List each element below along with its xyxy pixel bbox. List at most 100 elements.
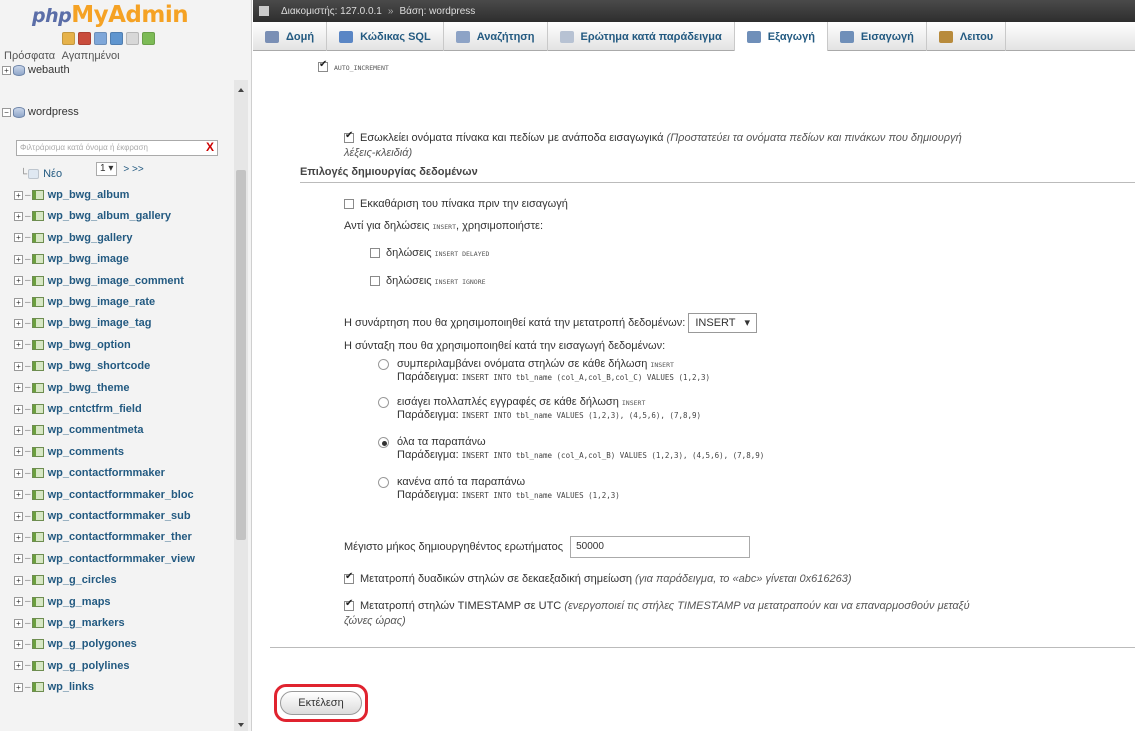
expand-icon[interactable]: + <box>14 490 23 500</box>
tab-sql[interactable]: Κώδικας SQL <box>327 22 444 51</box>
utc-option[interactable]: Μετατροπή στηλών TIMESTAMP σε UTC (ενεργ… <box>344 598 970 612</box>
expand-icon[interactable]: + <box>14 276 23 286</box>
tab-query[interactable]: Ερώτημα κατά παράδειγμα <box>548 22 735 51</box>
scroll-up-icon[interactable] <box>238 88 244 92</box>
table-item[interactable]: + ‒ wp_links <box>14 678 94 696</box>
table-item[interactable]: + ‒ wp_bwg_image_rate <box>14 293 155 311</box>
insert-delayed-option[interactable]: δηλώσεις INSERT DELAYED <box>370 247 489 259</box>
table-item[interactable]: + ‒ wp_bwg_gallery <box>14 229 133 247</box>
table-item[interactable]: + ‒ wp_g_polylines <box>14 657 129 675</box>
expand-icon[interactable]: + <box>14 297 23 307</box>
table-name[interactable]: wp_comments <box>48 446 124 458</box>
breadcrumb-database[interactable]: Βάση: wordpress <box>399 6 475 17</box>
table-item[interactable]: + ‒ wp_bwg_shortcode <box>14 357 150 375</box>
settings-icon[interactable] <box>126 32 139 45</box>
table-name[interactable]: wp_g_maps <box>48 596 111 608</box>
expand-icon[interactable]: + <box>2 65 11 75</box>
table-item[interactable]: + ‒ wp_contactformmaker_bloc <box>14 486 194 504</box>
backquotes-checkbox[interactable] <box>344 130 354 144</box>
hex-checkbox[interactable] <box>344 571 354 585</box>
table-item[interactable]: + ‒ wp_bwg_image_comment <box>14 272 184 290</box>
table-name[interactable]: wp_contactformmaker_view <box>48 553 195 565</box>
syntax-option[interactable]: όλα τα παραπάνω Παράδειγμα: INSERT INTO … <box>378 436 764 461</box>
new-label[interactable]: Νέο <box>43 168 62 180</box>
table-name[interactable]: wp_bwg_image_tag <box>48 317 152 329</box>
table-item[interactable]: + ‒ wp_bwg_image_tag <box>14 314 151 332</box>
expand-icon[interactable]: + <box>14 318 23 328</box>
expand-icon[interactable]: + <box>14 575 23 585</box>
table-name[interactable]: wp_bwg_album <box>48 189 130 201</box>
db-item-wordpress[interactable]: − wordpress <box>2 103 79 121</box>
expand-icon[interactable]: + <box>14 361 23 371</box>
table-item[interactable]: + ‒ wp_g_polygones <box>14 635 137 653</box>
syntax-option[interactable]: εισάγει πολλαπλές εγγραφές σε κάθε δήλωσ… <box>378 396 701 421</box>
auto-increment-option[interactable]: AUTO_INCREMENT <box>318 59 389 73</box>
collapse-icon[interactable]: − <box>2 107 11 117</box>
expand-icon[interactable]: + <box>14 554 23 564</box>
expand-icon[interactable]: + <box>14 618 23 628</box>
max-length-input[interactable]: 50000 <box>570 536 751 558</box>
table-name[interactable]: wp_contactformmaker_ther <box>48 531 192 543</box>
logout-icon[interactable] <box>78 32 91 45</box>
syntax-option[interactable]: συμπεριλαμβάνει ονόματα στηλών σε κάθε δ… <box>378 358 710 383</box>
table-name[interactable]: wp_bwg_gallery <box>48 232 133 244</box>
expand-icon[interactable]: + <box>14 425 23 435</box>
syntax-option[interactable]: κανένα από τα παραπάνω Παράδειγμα: INSER… <box>378 476 620 501</box>
page-select[interactable]: 1 ▾ <box>96 162 118 176</box>
db-item-webauth[interactable]: + webauth <box>2 61 70 79</box>
tab-export[interactable]: Εξαγωγή <box>734 22 828 51</box>
syntax-radio[interactable] <box>378 436 389 448</box>
docs-icon[interactable] <box>110 32 123 45</box>
table-name[interactable]: wp_links <box>48 681 94 693</box>
table-name[interactable]: wp_contactformmaker <box>48 467 165 479</box>
expand-icon[interactable]: + <box>14 340 23 350</box>
home-icon[interactable] <box>62 32 75 45</box>
expand-icon[interactable]: + <box>14 404 23 414</box>
table-item[interactable]: + ‒ wp_g_circles <box>14 571 117 589</box>
table-item[interactable]: + ‒ wp_bwg_option <box>14 336 131 354</box>
expand-icon[interactable]: + <box>14 447 23 457</box>
table-name[interactable]: wp_g_circles <box>48 574 117 586</box>
table-item[interactable]: + ‒ wp_bwg_image <box>14 250 129 268</box>
table-item[interactable]: + ‒ wp_contactformmaker_sub <box>14 507 191 525</box>
table-name[interactable]: wp_bwg_option <box>48 339 131 351</box>
go-button[interactable]: Εκτέλεση <box>280 691 362 715</box>
table-name[interactable]: wp_g_polylines <box>48 660 130 672</box>
table-name[interactable]: wp_contactformmaker_bloc <box>48 489 194 501</box>
tab-search[interactable]: Αναζήτηση <box>444 22 548 51</box>
table-item[interactable]: + ‒ wp_bwg_theme <box>14 379 129 397</box>
table-item[interactable]: + ‒ wp_cntctfrm_field <box>14 400 142 418</box>
expand-icon[interactable]: + <box>14 639 23 649</box>
table-name[interactable]: wp_bwg_image <box>48 253 129 265</box>
expand-icon[interactable]: + <box>14 211 23 221</box>
tab-structure[interactable]: Δομή <box>253 22 328 51</box>
expand-icon[interactable]: + <box>14 233 23 243</box>
auto-increment-checkbox[interactable] <box>318 59 328 73</box>
expand-icon[interactable]: + <box>14 511 23 521</box>
insert-ignore-option[interactable]: δηλώσεις INSERT IGNORE <box>370 275 486 287</box>
table-item[interactable]: + ‒ wp_g_maps <box>14 593 111 611</box>
expand-icon[interactable]: + <box>14 661 23 671</box>
table-item[interactable]: + ‒ wp_bwg_album <box>14 186 129 204</box>
expand-icon[interactable]: + <box>14 597 23 607</box>
table-name[interactable]: wp_g_polygones <box>48 638 137 650</box>
expand-icon[interactable]: + <box>14 682 23 692</box>
table-name[interactable]: wp_contactformmaker_sub <box>48 510 191 522</box>
table-name[interactable]: wp_bwg_album_gallery <box>48 210 171 222</box>
favorites-link[interactable]: Αγαπημένοι <box>62 50 120 62</box>
table-name[interactable]: wp_bwg_shortcode <box>48 360 151 372</box>
table-filter-input[interactable]: Φιλτράρισμα κατά όνομα ή έκφραση X <box>16 140 218 156</box>
db-name[interactable]: webauth <box>28 64 70 76</box>
new-table-item[interactable]: └ Νέο <box>20 165 62 183</box>
reload-icon[interactable] <box>142 32 155 45</box>
db-name[interactable]: wordpress <box>28 106 79 118</box>
scroll-down-icon[interactable] <box>238 723 244 727</box>
table-item[interactable]: + ‒ wp_contactformmaker_ther <box>14 528 192 546</box>
phpmyadmin-logo[interactable]: phpMyAdmin <box>32 2 189 28</box>
expand-icon[interactable]: + <box>14 532 23 542</box>
syntax-radio[interactable] <box>378 476 389 488</box>
table-item[interactable]: + ‒ wp_g_markers <box>14 614 125 632</box>
table-name[interactable]: wp_bwg_theme <box>48 382 130 394</box>
table-name[interactable]: wp_commentmeta <box>48 424 144 436</box>
hex-option[interactable]: Μετατροπή δυαδικών στηλών σε δεκαεξαδική… <box>344 571 852 585</box>
